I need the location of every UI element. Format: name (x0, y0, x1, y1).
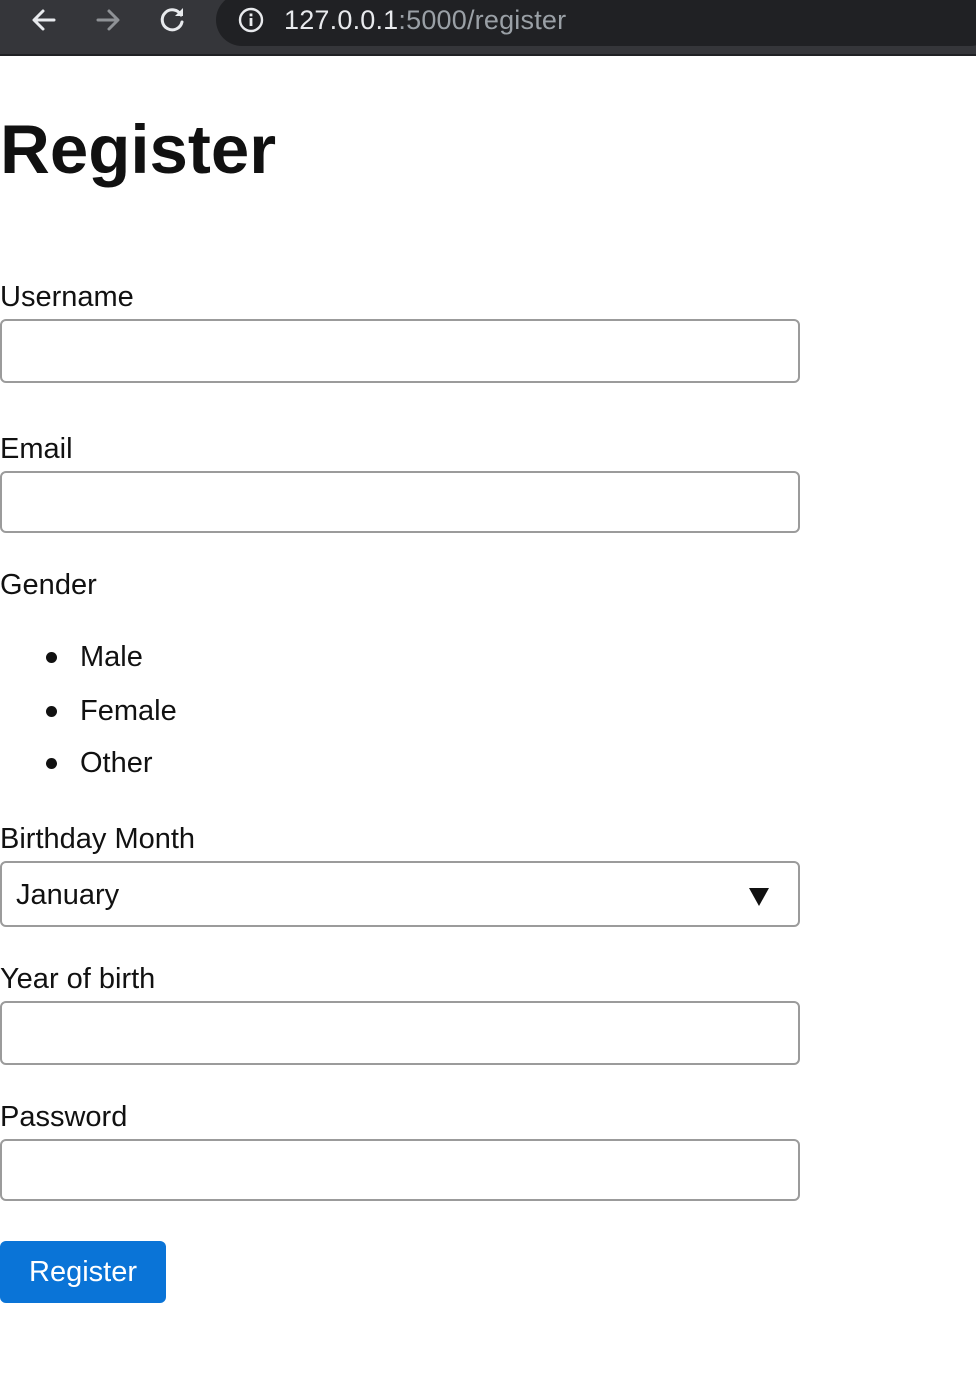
info-icon[interactable] (238, 7, 264, 33)
gender-option-female: Female (0, 690, 300, 730)
bullet-icon (46, 652, 57, 663)
birthday-month-label: Birthday Month (0, 823, 196, 855)
password-label: Password (0, 1101, 128, 1133)
bullet-icon (46, 706, 57, 717)
username-input[interactable] (0, 319, 800, 383)
register-button[interactable]: Register (0, 1241, 166, 1303)
url-host: 127.0.0.1 (284, 5, 399, 35)
url-path: :5000/register (398, 5, 567, 35)
birthday-month-selected-value: January (16, 879, 120, 911)
bullet-icon (46, 758, 57, 769)
year-of-birth-label: Year of birth (0, 963, 156, 995)
forward-button[interactable] (92, 4, 124, 36)
gender-option-male: Male (0, 636, 300, 676)
birthday-month-select[interactable]: January (0, 861, 800, 927)
url-text: 127.0.0.1:5000/register (284, 5, 566, 35)
forward-arrow-icon (96, 9, 120, 31)
reload-icon (160, 8, 184, 32)
gender-option-label: Male (80, 641, 143, 673)
email-label: Email (0, 433, 73, 465)
gender-option-other: Other (0, 742, 300, 782)
gender-label: Gender (0, 569, 97, 601)
browser-toolbar: 127.0.0.1:5000/register (0, 0, 976, 56)
password-input[interactable] (0, 1139, 800, 1201)
dropdown-triangle-icon (749, 888, 769, 906)
gender-option-label: Female (80, 695, 177, 727)
reload-button[interactable] (156, 4, 188, 36)
year-of-birth-input[interactable] (0, 1001, 800, 1065)
username-label: Username (0, 281, 134, 313)
email-input[interactable] (0, 471, 800, 533)
back-button[interactable] (28, 4, 60, 36)
back-arrow-icon (32, 9, 56, 31)
page-title: Register (0, 111, 277, 188)
gender-option-label: Other (80, 747, 153, 779)
address-bar[interactable]: 127.0.0.1:5000/register (216, 0, 976, 46)
